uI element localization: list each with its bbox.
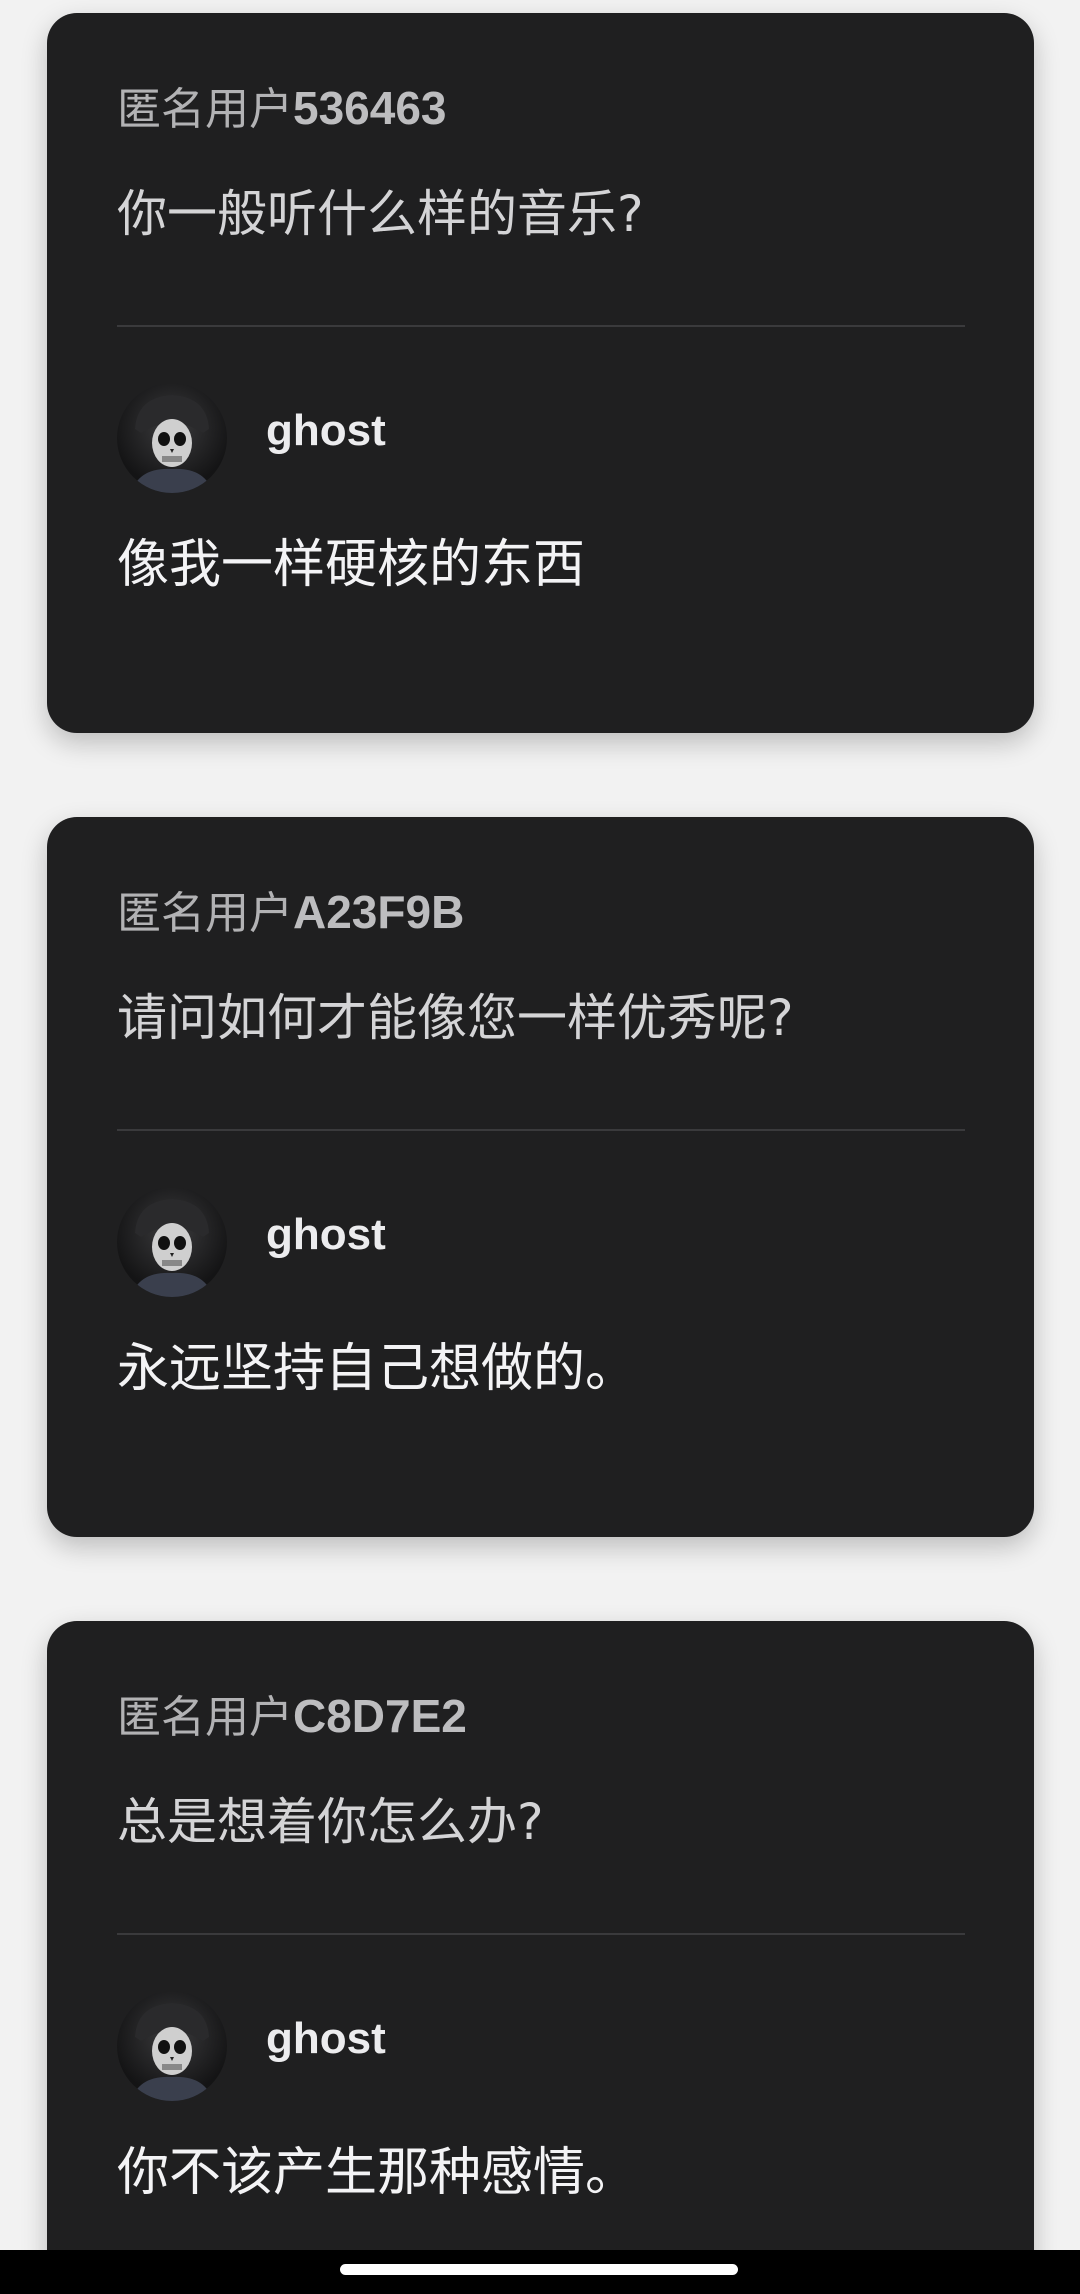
divider	[117, 1129, 965, 1131]
skull-mask-icon	[131, 2003, 213, 2101]
asker-id: C8D7E2	[293, 1690, 467, 1742]
answerer-name[interactable]: ghost	[266, 1213, 386, 1257]
question-text: 请问如何才能像您一样优秀呢?	[117, 989, 794, 1047]
answer-text: 像我一样硬核的东西	[117, 535, 586, 595]
home-indicator[interactable]	[340, 2264, 738, 2275]
asker-id: A23F9B	[293, 886, 465, 938]
answerer-name[interactable]: ghost	[266, 409, 386, 453]
asker-prefix: 匿名用户	[117, 84, 293, 135]
qa-feed: 匿名用户536463 你一般听什么样的音乐? ghost 像我一样硬核的东西 匿…	[0, 0, 1080, 2294]
divider	[117, 1933, 965, 1935]
asker-prefix: 匿名用户	[117, 888, 293, 939]
question-text: 总是想着你怎么办?	[117, 1793, 544, 1851]
asker-name: 匿名用户A23F9B	[117, 889, 464, 936]
answer-text: 永远坚持自己想做的。	[117, 1339, 638, 1399]
skull-mask-icon	[131, 395, 213, 493]
answerer-avatar[interactable]	[117, 1991, 227, 2101]
asker-name: 匿名用户C8D7E2	[117, 1693, 467, 1740]
skull-mask-icon	[131, 1199, 213, 1297]
question-text: 你一般听什么样的音乐?	[117, 185, 644, 243]
answerer-avatar[interactable]	[117, 1187, 227, 1297]
answer-text: 你不该产生那种感情。	[117, 2143, 638, 2203]
asker-name: 匿名用户536463	[117, 85, 447, 132]
divider	[117, 325, 965, 327]
answerer-avatar[interactable]	[117, 383, 227, 493]
system-navigation-bar	[0, 2250, 1080, 2294]
qa-card[interactable]: 匿名用户536463 你一般听什么样的音乐? ghost 像我一样硬核的东西	[47, 13, 1034, 733]
asker-id: 536463	[293, 82, 447, 134]
asker-prefix: 匿名用户	[117, 1692, 293, 1743]
qa-card[interactable]: 匿名用户A23F9B 请问如何才能像您一样优秀呢? ghost 永远坚持自己想做…	[47, 817, 1034, 1537]
answerer-name[interactable]: ghost	[266, 2017, 386, 2061]
qa-card[interactable]: 匿名用户C8D7E2 总是想着你怎么办? ghost 你不该产生那种感情。	[47, 1621, 1034, 2294]
